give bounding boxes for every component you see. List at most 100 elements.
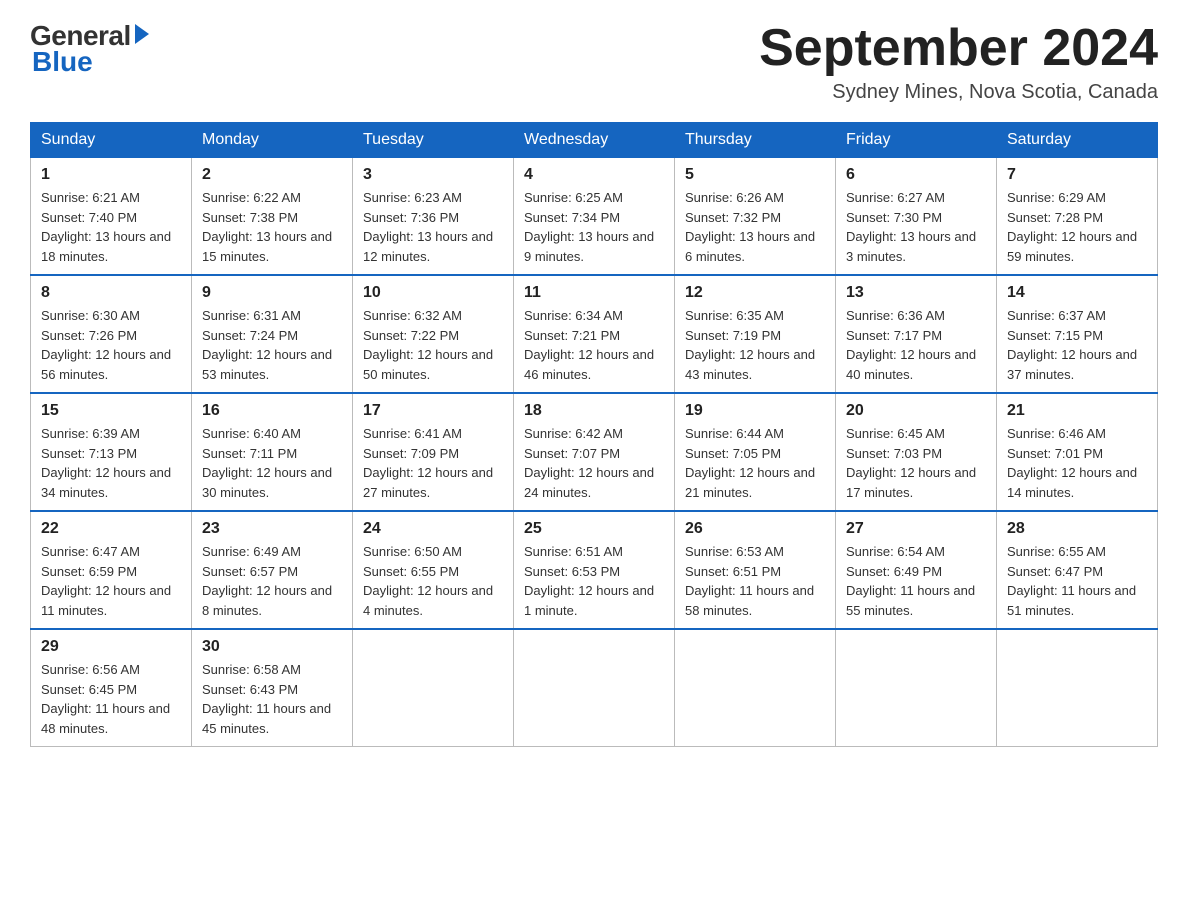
- sunrise-label: Sunrise: 6:44 AM: [685, 426, 784, 441]
- calendar-cell: 17 Sunrise: 6:41 AM Sunset: 7:09 PM Dayl…: [353, 393, 514, 511]
- daylight-label: Daylight: 12 hours and 46 minutes.: [524, 347, 654, 382]
- sunset-label: Sunset: 7:11 PM: [202, 446, 297, 461]
- day-info: Sunrise: 6:49 AM Sunset: 6:57 PM Dayligh…: [202, 542, 342, 620]
- sunset-label: Sunset: 7:38 PM: [202, 210, 298, 225]
- calendar-week-5: 29 Sunrise: 6:56 AM Sunset: 6:45 PM Dayl…: [31, 629, 1158, 747]
- sunset-label: Sunset: 6:57 PM: [202, 564, 298, 579]
- sunset-label: Sunset: 7:28 PM: [1007, 210, 1103, 225]
- daylight-label: Daylight: 11 hours and 55 minutes.: [846, 583, 975, 618]
- daylight-label: Daylight: 12 hours and 59 minutes.: [1007, 229, 1137, 264]
- day-number: 23: [202, 520, 342, 538]
- day-info: Sunrise: 6:21 AM Sunset: 7:40 PM Dayligh…: [41, 188, 181, 266]
- calendar-cell: [675, 629, 836, 747]
- weekday-header-wednesday: Wednesday: [514, 123, 675, 158]
- location-subtitle: Sydney Mines, Nova Scotia, Canada: [759, 81, 1158, 104]
- day-info: Sunrise: 6:44 AM Sunset: 7:05 PM Dayligh…: [685, 424, 825, 502]
- day-number: 12: [685, 284, 825, 302]
- daylight-label: Daylight: 12 hours and 4 minutes.: [363, 583, 493, 618]
- day-number: 26: [685, 520, 825, 538]
- day-info: Sunrise: 6:54 AM Sunset: 6:49 PM Dayligh…: [846, 542, 986, 620]
- calendar-cell: 30 Sunrise: 6:58 AM Sunset: 6:43 PM Dayl…: [192, 629, 353, 747]
- day-info: Sunrise: 6:31 AM Sunset: 7:24 PM Dayligh…: [202, 306, 342, 384]
- day-info: Sunrise: 6:39 AM Sunset: 7:13 PM Dayligh…: [41, 424, 181, 502]
- daylight-label: Daylight: 13 hours and 15 minutes.: [202, 229, 332, 264]
- calendar-cell: 20 Sunrise: 6:45 AM Sunset: 7:03 PM Dayl…: [836, 393, 997, 511]
- calendar-cell: 9 Sunrise: 6:31 AM Sunset: 7:24 PM Dayli…: [192, 275, 353, 393]
- day-info: Sunrise: 6:46 AM Sunset: 7:01 PM Dayligh…: [1007, 424, 1147, 502]
- sunrise-label: Sunrise: 6:26 AM: [685, 190, 784, 205]
- sunset-label: Sunset: 7:07 PM: [524, 446, 620, 461]
- calendar-cell: 28 Sunrise: 6:55 AM Sunset: 6:47 PM Dayl…: [997, 511, 1158, 629]
- calendar-week-3: 15 Sunrise: 6:39 AM Sunset: 7:13 PM Dayl…: [31, 393, 1158, 511]
- sunrise-label: Sunrise: 6:22 AM: [202, 190, 301, 205]
- title-section: September 2024 Sydney Mines, Nova Scotia…: [759, 20, 1158, 104]
- day-info: Sunrise: 6:34 AM Sunset: 7:21 PM Dayligh…: [524, 306, 664, 384]
- sunset-label: Sunset: 7:26 PM: [41, 328, 137, 343]
- daylight-label: Daylight: 12 hours and 17 minutes.: [846, 465, 976, 500]
- calendar-cell: 1 Sunrise: 6:21 AM Sunset: 7:40 PM Dayli…: [31, 158, 192, 276]
- calendar-cell: [997, 629, 1158, 747]
- sunrise-label: Sunrise: 6:27 AM: [846, 190, 945, 205]
- weekday-header-saturday: Saturday: [997, 123, 1158, 158]
- day-number: 18: [524, 402, 664, 420]
- calendar-cell: 10 Sunrise: 6:32 AM Sunset: 7:22 PM Dayl…: [353, 275, 514, 393]
- calendar-table: SundayMondayTuesdayWednesdayThursdayFrid…: [30, 122, 1158, 747]
- calendar-cell: 3 Sunrise: 6:23 AM Sunset: 7:36 PM Dayli…: [353, 158, 514, 276]
- sunset-label: Sunset: 7:15 PM: [1007, 328, 1103, 343]
- daylight-label: Daylight: 12 hours and 50 minutes.: [363, 347, 493, 382]
- day-info: Sunrise: 6:29 AM Sunset: 7:28 PM Dayligh…: [1007, 188, 1147, 266]
- daylight-label: Daylight: 12 hours and 1 minute.: [524, 583, 654, 618]
- sunset-label: Sunset: 6:43 PM: [202, 682, 298, 697]
- weekday-header-row: SundayMondayTuesdayWednesdayThursdayFrid…: [31, 123, 1158, 158]
- calendar-cell: 2 Sunrise: 6:22 AM Sunset: 7:38 PM Dayli…: [192, 158, 353, 276]
- sunrise-label: Sunrise: 6:29 AM: [1007, 190, 1106, 205]
- sunset-label: Sunset: 6:53 PM: [524, 564, 620, 579]
- daylight-label: Daylight: 12 hours and 53 minutes.: [202, 347, 332, 382]
- calendar-cell: 29 Sunrise: 6:56 AM Sunset: 6:45 PM Dayl…: [31, 629, 192, 747]
- daylight-label: Daylight: 12 hours and 11 minutes.: [41, 583, 171, 618]
- sunset-label: Sunset: 7:09 PM: [363, 446, 459, 461]
- day-info: Sunrise: 6:56 AM Sunset: 6:45 PM Dayligh…: [41, 660, 181, 738]
- sunset-label: Sunset: 7:40 PM: [41, 210, 137, 225]
- sunrise-label: Sunrise: 6:23 AM: [363, 190, 462, 205]
- sunset-label: Sunset: 7:05 PM: [685, 446, 781, 461]
- calendar-week-1: 1 Sunrise: 6:21 AM Sunset: 7:40 PM Dayli…: [31, 158, 1158, 276]
- day-number: 13: [846, 284, 986, 302]
- day-number: 21: [1007, 402, 1147, 420]
- sunrise-label: Sunrise: 6:21 AM: [41, 190, 140, 205]
- sunrise-label: Sunrise: 6:42 AM: [524, 426, 623, 441]
- calendar-cell: 18 Sunrise: 6:42 AM Sunset: 7:07 PM Dayl…: [514, 393, 675, 511]
- daylight-label: Daylight: 13 hours and 12 minutes.: [363, 229, 493, 264]
- sunrise-label: Sunrise: 6:25 AM: [524, 190, 623, 205]
- sunset-label: Sunset: 7:17 PM: [846, 328, 942, 343]
- calendar-cell: 15 Sunrise: 6:39 AM Sunset: 7:13 PM Dayl…: [31, 393, 192, 511]
- sunset-label: Sunset: 6:55 PM: [363, 564, 459, 579]
- sunset-label: Sunset: 6:47 PM: [1007, 564, 1103, 579]
- weekday-header-friday: Friday: [836, 123, 997, 158]
- daylight-label: Daylight: 12 hours and 14 minutes.: [1007, 465, 1137, 500]
- sunset-label: Sunset: 7:36 PM: [363, 210, 459, 225]
- day-number: 16: [202, 402, 342, 420]
- sunset-label: Sunset: 7:30 PM: [846, 210, 942, 225]
- sunrise-label: Sunrise: 6:36 AM: [846, 308, 945, 323]
- sunset-label: Sunset: 6:51 PM: [685, 564, 781, 579]
- sunrise-label: Sunrise: 6:53 AM: [685, 544, 784, 559]
- weekday-header-sunday: Sunday: [31, 123, 192, 158]
- logo-blue-text: Blue: [30, 46, 93, 78]
- daylight-label: Daylight: 13 hours and 18 minutes.: [41, 229, 171, 264]
- calendar-cell: [836, 629, 997, 747]
- day-info: Sunrise: 6:35 AM Sunset: 7:19 PM Dayligh…: [685, 306, 825, 384]
- day-number: 15: [41, 402, 181, 420]
- day-info: Sunrise: 6:42 AM Sunset: 7:07 PM Dayligh…: [524, 424, 664, 502]
- calendar-cell: 12 Sunrise: 6:35 AM Sunset: 7:19 PM Dayl…: [675, 275, 836, 393]
- daylight-label: Daylight: 12 hours and 40 minutes.: [846, 347, 976, 382]
- day-info: Sunrise: 6:45 AM Sunset: 7:03 PM Dayligh…: [846, 424, 986, 502]
- calendar-cell: 14 Sunrise: 6:37 AM Sunset: 7:15 PM Dayl…: [997, 275, 1158, 393]
- calendar-cell: 5 Sunrise: 6:26 AM Sunset: 7:32 PM Dayli…: [675, 158, 836, 276]
- calendar-cell: 25 Sunrise: 6:51 AM Sunset: 6:53 PM Dayl…: [514, 511, 675, 629]
- daylight-label: Daylight: 13 hours and 9 minutes.: [524, 229, 654, 264]
- day-info: Sunrise: 6:32 AM Sunset: 7:22 PM Dayligh…: [363, 306, 503, 384]
- sunset-label: Sunset: 6:49 PM: [846, 564, 942, 579]
- sunrise-label: Sunrise: 6:40 AM: [202, 426, 301, 441]
- day-number: 1: [41, 166, 181, 184]
